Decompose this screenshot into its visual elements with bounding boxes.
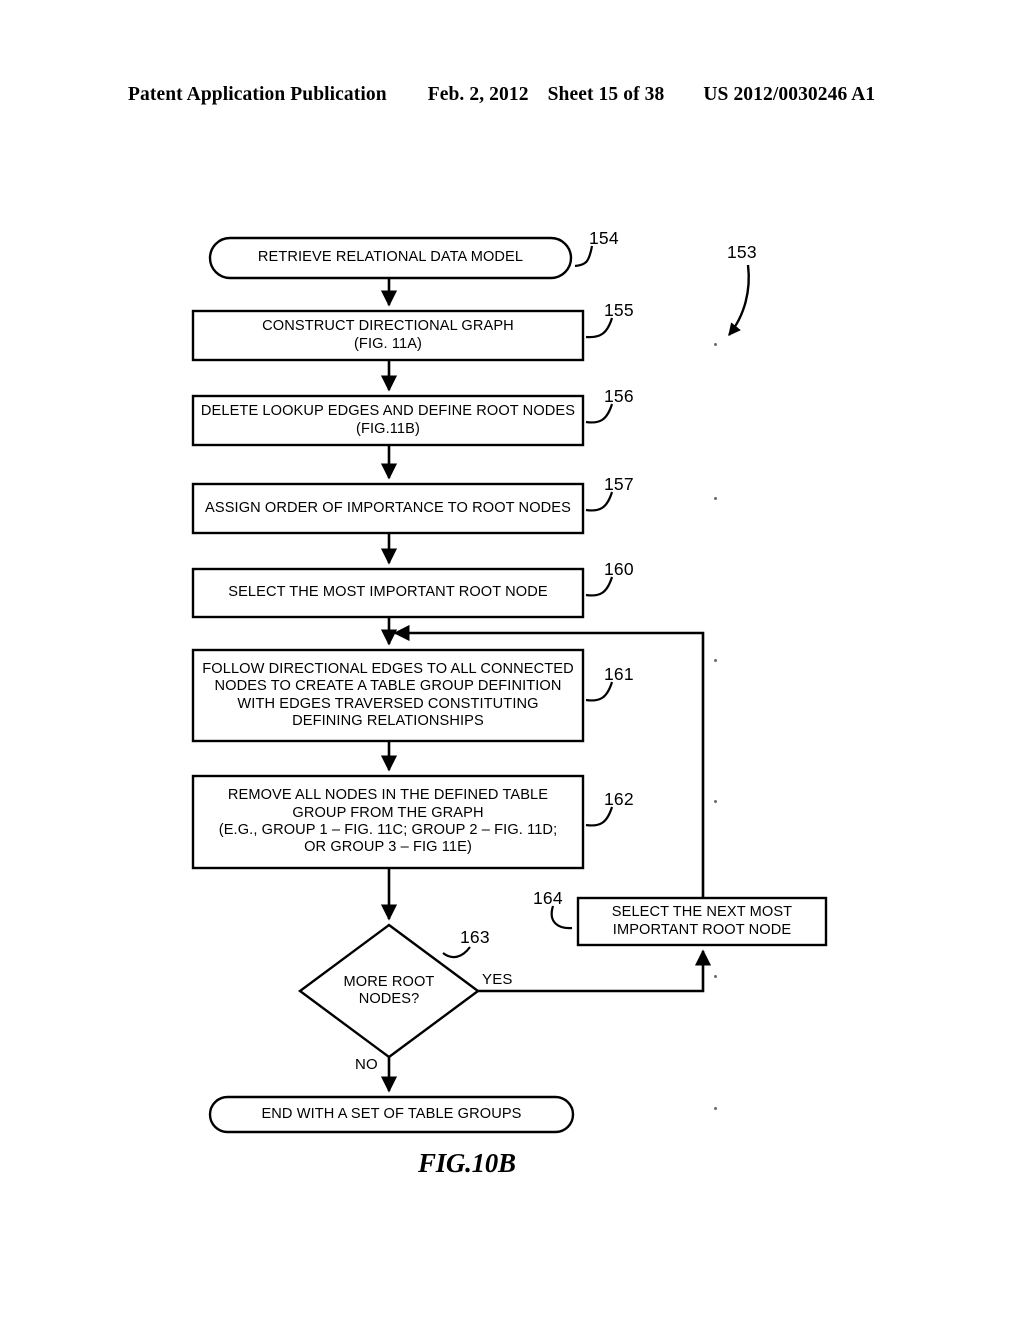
- ref-numeral-155: 155: [604, 300, 634, 320]
- scan-speck: [714, 659, 717, 662]
- ref-numeral-164: 164: [533, 888, 563, 908]
- scan-speck: [714, 975, 717, 978]
- ref-numeral-160: 160: [604, 559, 634, 579]
- ref-numeral-163: 163: [460, 927, 490, 947]
- node-shape-more-root-nodes: [297, 923, 481, 1059]
- ref-numeral-154: 154: [589, 228, 619, 248]
- ref-numeral-156: 156: [604, 386, 634, 406]
- scan-speck: [714, 800, 717, 803]
- node-shape-delete-lookup-edges: [191, 394, 585, 447]
- scan-speck: [714, 1107, 717, 1110]
- node-shape-start: [208, 236, 573, 280]
- node-shape-follow-edges: [191, 648, 585, 743]
- node-shape-end: [208, 1095, 575, 1134]
- lead-line-154: [574, 245, 594, 268]
- node-shape-select-next-most-important: [576, 896, 828, 947]
- ref-numeral-157: 157: [604, 474, 634, 494]
- node-shape-assign-order: [191, 482, 585, 535]
- node-shape-select-most-important: [191, 567, 585, 619]
- ref-numeral-161: 161: [604, 664, 634, 684]
- scan-speck: [714, 343, 717, 346]
- node-shape-remove-nodes: [191, 774, 585, 870]
- lead-line-164: [550, 905, 573, 930]
- figure-caption: FIG.10B: [418, 1148, 516, 1178]
- flowchart-diagram: RETRIEVE RELATIONAL DATA MODEL CONSTRUCT…: [0, 0, 1024, 1320]
- connector-loop-back-to-follow: [393, 624, 705, 898]
- scan-speck: [714, 497, 717, 500]
- ref-numeral-162: 162: [604, 789, 634, 809]
- node-shape-construct-graph: [191, 309, 585, 362]
- lead-line-153: [728, 264, 750, 336]
- lead-line-163: [442, 946, 471, 959]
- branch-label-no: NO: [355, 1056, 378, 1073]
- ref-numeral-153: 153: [727, 242, 757, 262]
- branch-label-yes: YES: [482, 971, 513, 988]
